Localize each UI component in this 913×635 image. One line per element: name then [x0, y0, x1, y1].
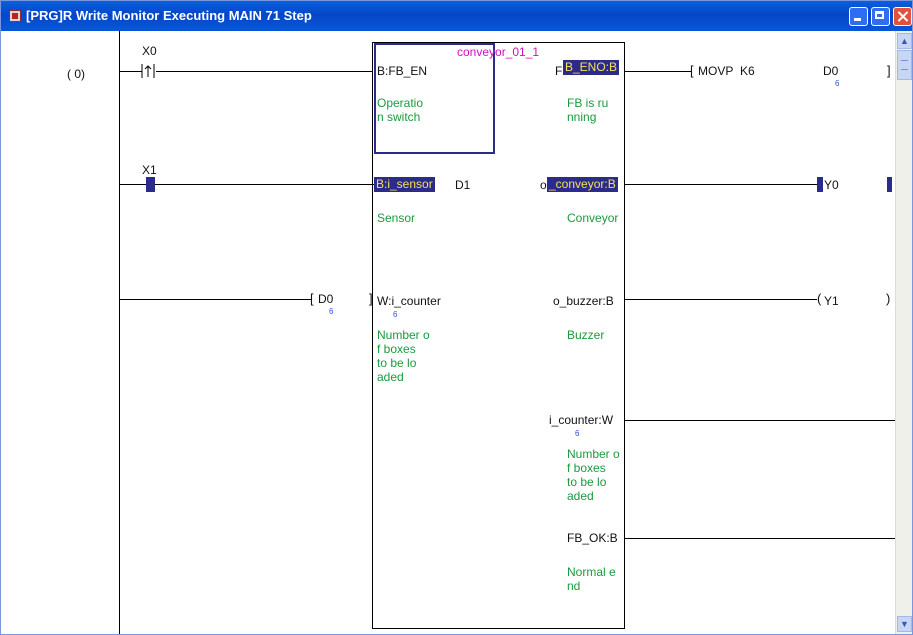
fb-output-eno-comment-2: nning	[567, 110, 597, 124]
fb-output-eno-prefix: F	[555, 64, 563, 78]
fb-input-sensor-comment: Sensor	[377, 211, 416, 225]
coil-y1-close: )	[886, 291, 891, 306]
vertical-scrollbar[interactable]: ▲ ▼	[895, 31, 912, 634]
fb-output-conveyor-comment: Conveyor	[567, 211, 619, 225]
rung2-wire-b	[155, 184, 374, 185]
fb-output-eno-comment-1: FB is ru	[567, 96, 609, 110]
movp-source: K6	[740, 64, 755, 78]
fb-input-counter-comment-3: to be lo	[377, 356, 417, 370]
fb-input-counter-value: 6	[393, 310, 398, 319]
d0-open-bracket: [	[310, 291, 314, 306]
d0-value: 6	[329, 307, 334, 316]
fb-input-en: B:FB_EN	[377, 64, 428, 78]
contact-x1-on-icon[interactable]	[146, 177, 155, 192]
fb-output-counter-comment-3: to be lo	[567, 475, 607, 489]
fb-input-en-comment-1: Operatio	[377, 96, 424, 110]
rung1-wire-c	[625, 71, 691, 72]
scroll-down-icon[interactable]: ▼	[897, 616, 912, 632]
fb-input-counter-comment-1: Number o	[377, 328, 430, 342]
fb-output-conveyor-prefix: o	[540, 178, 547, 192]
close-button[interactable]	[893, 7, 912, 26]
rung1-wire-b	[156, 71, 372, 72]
fb-output-buzzer-comment: Buzzer	[567, 328, 605, 342]
fb-output-conveyor[interactable]: _conveyor:B	[547, 177, 618, 192]
movp-close-bracket: ]	[887, 63, 891, 78]
coil-y0-on-icon[interactable]	[817, 177, 823, 192]
movp-dest: D0	[823, 64, 839, 78]
fb-block-left-edge	[372, 42, 373, 629]
contact-x1-label: X1	[142, 163, 157, 177]
rung5-wire	[625, 538, 895, 539]
d0-label: D0	[318, 292, 334, 306]
d0-close-bracket: ]	[369, 291, 373, 306]
step-number: ( 0)	[67, 67, 85, 81]
rung2-wire-c	[625, 184, 817, 185]
coil-y0-close-icon	[887, 177, 892, 192]
window-title: [PRG]R Write Monitor Executing MAIN 71 S…	[26, 8, 312, 23]
fb-output-counter-comment-4: aded	[567, 489, 594, 503]
rung3-wire-a	[120, 299, 311, 300]
ladder-monitor-window: [PRG]R Write Monitor Executing MAIN 71 S…	[0, 0, 913, 635]
fb-output-buzzer: o_buzzer:B	[553, 294, 614, 308]
fb-output-fb-ok-comment-2: nd	[567, 579, 581, 593]
coil-y1-label: Y1	[824, 294, 839, 308]
movp-open-bracket: [	[690, 63, 694, 78]
rung4-wire	[625, 420, 895, 421]
fb-output-fb-ok: FB_OK:B	[567, 531, 618, 545]
title-bar[interactable]: [PRG]R Write Monitor Executing MAIN 71 S…	[1, 1, 912, 31]
fb-input-counter-comment-4: aded	[377, 370, 404, 384]
program-icon	[9, 10, 21, 22]
fb-block-bottom-edge	[372, 628, 625, 629]
fb-input-counter: W:i_counter	[377, 294, 441, 308]
fb-output-eno[interactable]: B_ENO:B	[563, 60, 620, 75]
fb-output-counter: i_counter:W	[549, 413, 614, 427]
rung2-wire-a	[120, 184, 146, 185]
rung1-wire-a	[120, 71, 142, 72]
movp-dest-value: 6	[835, 79, 840, 88]
fb-output-counter-comment-2: f boxes	[567, 461, 606, 475]
fb-input-counter-comment-2: f boxes	[377, 342, 416, 356]
contact-x0-label: X0	[142, 44, 157, 58]
fb-block-right-edge	[624, 42, 625, 629]
maximize-button[interactable]	[871, 7, 890, 26]
fb-input-sensor-suffix: D1	[455, 178, 471, 192]
fb-input-en-comment-2: n switch	[377, 110, 421, 124]
fb-instance-name: conveyor_01_1	[457, 45, 540, 59]
rung3-wire-b	[625, 299, 817, 300]
movp-instruction: MOVP	[698, 64, 734, 78]
ladder-canvas[interactable]: ( 0) X0 conveyor_01_1 B:FB_EN Operatio n…	[2, 31, 895, 634]
scroll-up-icon[interactable]: ▲	[897, 33, 912, 49]
fb-output-counter-value: 6	[575, 429, 580, 438]
fb-output-fb-ok-comment-1: Normal e	[567, 565, 616, 579]
left-power-rail	[119, 31, 120, 634]
coil-y1-open: (	[817, 291, 822, 306]
fb-output-counter-comment-1: Number o	[567, 447, 620, 461]
fb-input-sensor[interactable]: B:i_sensor	[374, 177, 435, 192]
scrollbar-thumb[interactable]	[897, 50, 912, 80]
minimize-button[interactable]	[849, 7, 868, 26]
coil-y0-label: Y0	[824, 178, 839, 192]
